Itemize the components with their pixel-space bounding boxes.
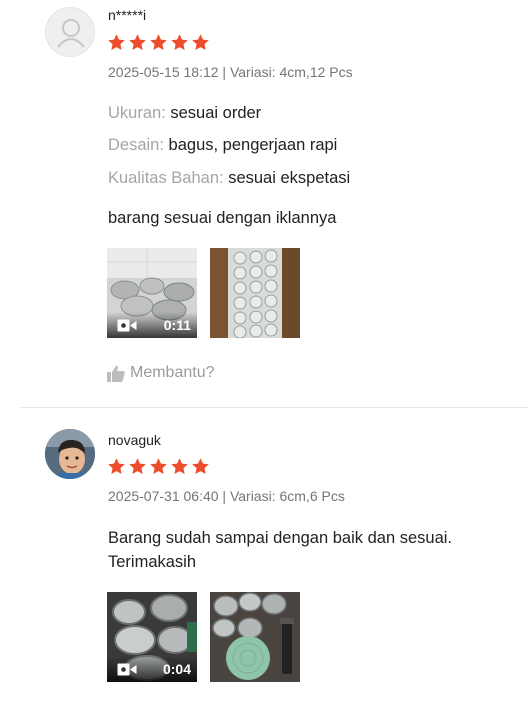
video-camera-icon (117, 663, 137, 676)
avatar-photo (45, 429, 95, 479)
review-image-thumbnail[interactable] (210, 248, 300, 338)
reviewer-name: n*****i (108, 7, 147, 23)
review-item: n*****i 2025-05-15 18:12 | Variasi: 4cm,… (0, 0, 528, 408)
star-rating (107, 33, 210, 52)
attribute-value: sesuai order (170, 104, 262, 122)
attribute-material: Kualitas Bahan: sesuai ekspetasi (108, 169, 350, 188)
review-comment: Barang sudah sampai dengan baik dan sesu… (108, 529, 452, 571)
review-meta: 2025-05-15 18:12 | Variasi: 4cm,12 Pcs (108, 64, 353, 80)
star-icon (171, 34, 188, 51)
review-photo (210, 248, 300, 338)
user-avatar (45, 7, 95, 57)
attribute-key: Kualitas Bahan: (108, 169, 224, 187)
star-icon (192, 458, 209, 475)
user-placeholder-icon (57, 19, 85, 48)
review-video-thumbnail[interactable]: 0:04 (107, 592, 197, 682)
review-video-thumbnail[interactable]: 0:11 (107, 248, 197, 338)
user-avatar (45, 429, 95, 479)
star-icon (171, 458, 188, 475)
helpful-button[interactable]: Membantu? (107, 364, 215, 382)
reviewer-name: novaguk (108, 432, 161, 448)
review-meta: 2025-07-31 06:40 | Variasi: 6cm,6 Pcs (108, 488, 345, 504)
video-duration: 0:04 (162, 661, 191, 677)
attribute-value: bagus, pengerjaan rapi (168, 136, 338, 154)
review-item: novaguk 2025-07-31 06:40 | Variasi: 6cm,… (0, 408, 528, 701)
star-icon (108, 458, 125, 475)
attribute-key: Desain: (108, 136, 164, 154)
star-icon (192, 34, 209, 51)
thumbs-up-icon (107, 365, 125, 382)
attribute-design: Desain: bagus, pengerjaan rapi (108, 136, 337, 155)
helpful-label: Membantu? (130, 364, 215, 381)
review-image-thumbnail[interactable] (210, 592, 300, 682)
video-duration: 0:11 (163, 317, 191, 333)
review-comment: barang sesuai dengan iklannya (108, 209, 337, 227)
attribute-size: Ukuran: sesuai order (108, 104, 261, 123)
star-icon (150, 34, 167, 51)
star-icon (108, 34, 125, 51)
star-icon (129, 34, 146, 51)
star-rating (107, 457, 210, 476)
video-camera-icon (117, 319, 137, 332)
star-icon (129, 458, 146, 475)
star-icon (150, 458, 167, 475)
attribute-value: sesuai ekspetasi (228, 169, 351, 187)
attribute-key: Ukuran: (108, 104, 166, 122)
review-photo (210, 592, 300, 682)
